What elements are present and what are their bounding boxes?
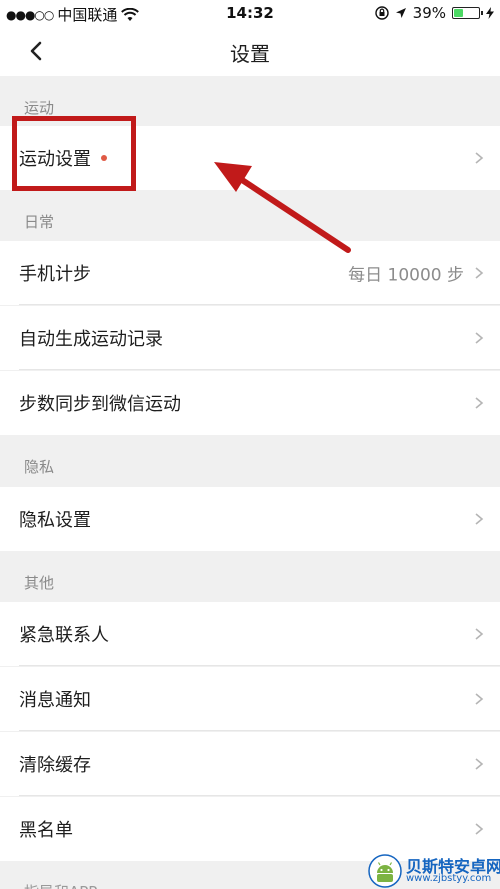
settings-row-emergency-contact[interactable]: 紧急联系人 [0,602,500,666]
annotation-arrow-icon [214,162,351,253]
chevron-right-icon [475,628,484,640]
divider [19,795,500,796]
row-label: 清除缓存 [19,755,91,776]
divider [19,304,500,305]
chevron-right-icon [475,513,484,525]
settings-row-wechat-sync[interactable]: 步数同步到微信运动 [0,371,500,435]
battery-percent: 39% [412,4,446,22]
divider [19,730,500,731]
row-label: 手机计步 [19,264,91,285]
charging-bolt-icon [486,7,494,19]
chevron-right-icon [475,693,484,705]
settings-row-privacy[interactable]: 隐私设置 [0,487,500,551]
chevron-right-icon [475,823,484,835]
battery-icon [452,7,483,19]
row-label: 自动生成运动记录 [19,329,163,350]
row-label: 黑名单 [19,820,73,841]
settings-row-clear-cache[interactable]: 清除缓存 [0,732,500,796]
status-right: 39% [374,4,494,22]
row-label: 隐私设置 [19,510,91,531]
chevron-right-icon [475,397,484,409]
settings-row-auto-record[interactable]: 自动生成运动记录 [0,306,500,370]
android-logo-icon [368,854,402,888]
chevron-right-icon [475,758,484,770]
divider [19,369,500,370]
watermark-url: www.zjbstyy.com [406,873,492,884]
battery-level-fill [454,9,464,17]
status-bar: ●●●○○ 中国联通 14:32 39% [0,0,500,26]
page-title: 设置 [230,42,270,66]
orientation-lock-icon [374,6,389,20]
watermark: 贝斯特安卓网 www.zjbstyy.com [368,852,500,889]
row-label: 步数同步到微信运动 [19,394,181,415]
navigation-bar: 设置 [0,26,500,76]
settings-row-notifications[interactable]: 消息通知 [0,667,500,731]
annotation-highlight-box [12,116,136,191]
chevron-right-icon [475,152,484,164]
daily-step-goal: 每日 10000 步 [348,265,464,286]
divider [19,665,500,666]
chevron-right-icon [475,332,484,344]
section-header-other: 其他 [0,551,500,602]
location-arrow-icon [395,8,406,18]
chevron-right-icon [475,267,484,279]
section-header-privacy: 隐私 [0,435,500,487]
row-label: 紧急联系人 [19,625,109,646]
row-label: 消息通知 [19,690,91,711]
